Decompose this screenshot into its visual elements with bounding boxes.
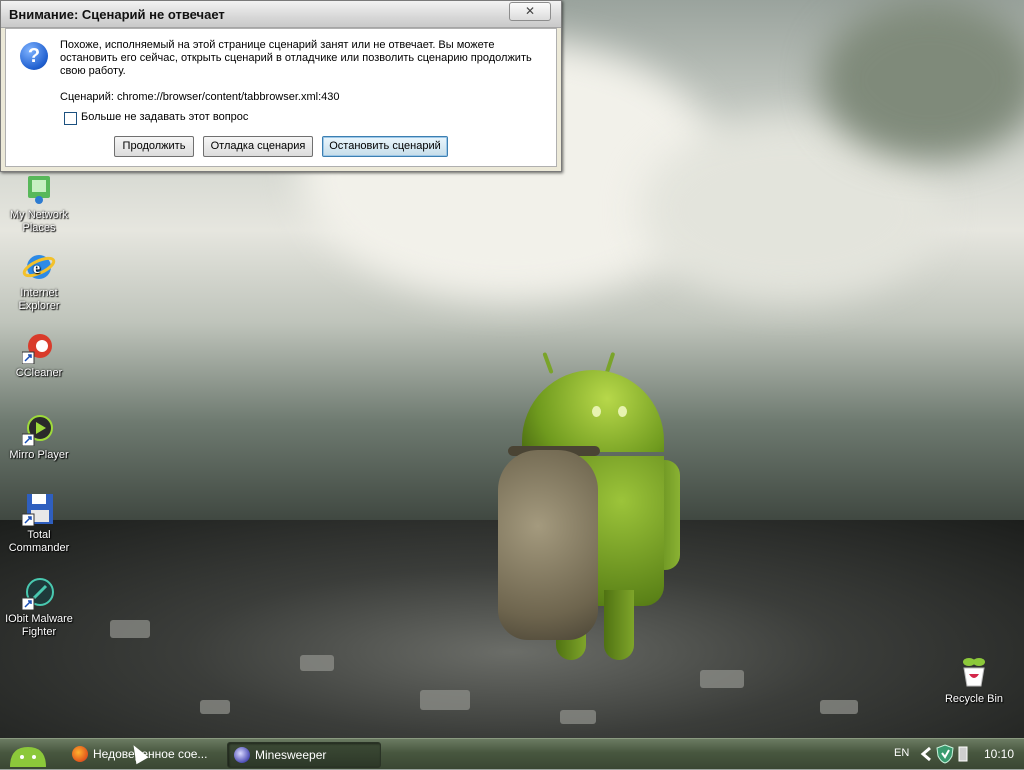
wallpaper-stone bbox=[420, 690, 470, 710]
iobit-malware-fighter-icon bbox=[21, 576, 56, 611]
wallpaper-stone bbox=[560, 710, 596, 724]
dialog-content: ? Похоже, исполняемый на этой странице с… bbox=[5, 28, 557, 167]
desktop-icon-label: Total Commander bbox=[8, 529, 70, 554]
dialog-title: Внимание: Сценарий не отвечает bbox=[9, 7, 225, 22]
clock: 10:10 bbox=[983, 747, 1014, 761]
network-places-icon bbox=[22, 172, 56, 206]
desktop-icon-network-places[interactable]: My Network Places bbox=[1, 172, 77, 235]
dialog-titlebar[interactable]: Внимание: Сценарий не отвечает ✕ bbox=[1, 1, 561, 28]
close-icon: ✕ bbox=[524, 4, 536, 18]
system-tray: EN 10:10 bbox=[884, 739, 1024, 769]
shield-icon[interactable] bbox=[936, 744, 954, 764]
desktop-icon-label: Mirro Player bbox=[9, 449, 69, 461]
volume-icon[interactable] bbox=[956, 745, 970, 763]
dont-ask-again-checkbox[interactable] bbox=[64, 112, 77, 125]
wallpaper-stone bbox=[700, 670, 744, 688]
dialog-message: Похоже, исполняемый на этой странице сце… bbox=[60, 39, 532, 77]
desktop-icon-label: Recycle Bin bbox=[944, 693, 1004, 705]
wallpaper-stone bbox=[200, 700, 230, 714]
desktop-icon-label: IObit Malware Fighter bbox=[5, 613, 73, 638]
android-eye bbox=[618, 406, 627, 417]
desktop-icon-total-commander[interactable]: Total Commander bbox=[1, 492, 77, 555]
android-start-icon bbox=[10, 747, 46, 767]
wallpaper-stone bbox=[110, 620, 150, 638]
script-not-responding-dialog: Внимание: Сценарий не отвечает ✕ ? Похож… bbox=[0, 0, 562, 172]
desktop-icon-internet-explorer[interactable]: e Internet Explorer bbox=[1, 250, 77, 313]
internet-explorer-icon: e bbox=[22, 250, 56, 284]
wallpaper-stone bbox=[300, 655, 334, 671]
wallpaper-tree-blur bbox=[820, 0, 1024, 160]
mirro-player-icon bbox=[21, 412, 56, 447]
recycle-bin-icon bbox=[957, 656, 991, 690]
stop-script-button[interactable]: Остановить сценарий bbox=[322, 136, 448, 157]
taskbar-item-label: Minesweeper bbox=[255, 748, 327, 762]
taskbar: Недоверенное сое... Minesweeper EN 10:10 bbox=[0, 738, 1024, 769]
svg-text:e: e bbox=[33, 260, 40, 277]
taskbar-item-minesweeper[interactable]: Minesweeper bbox=[227, 742, 381, 768]
script-location: Сценарий: chrome://browser/content/tabbr… bbox=[60, 91, 340, 103]
desktop-icon-label: My Network Places bbox=[9, 209, 69, 234]
total-commander-icon bbox=[21, 492, 56, 527]
question-icon: ? bbox=[20, 42, 48, 70]
firefox-icon bbox=[72, 745, 88, 762]
desktop-icon-ccleaner[interactable]: CCleaner bbox=[1, 330, 77, 380]
start-button[interactable] bbox=[2, 741, 54, 767]
android-mascot bbox=[498, 350, 688, 670]
android-leg bbox=[604, 590, 634, 660]
wallpaper-stone bbox=[820, 700, 858, 714]
desktop-icon-mirro-player[interactable]: Mirro Player bbox=[1, 412, 77, 462]
android-eye bbox=[592, 406, 601, 417]
backpack bbox=[498, 450, 598, 640]
desktop-icon-label: Internet Explorer bbox=[18, 287, 60, 312]
debug-script-button[interactable]: Отладка сценария bbox=[203, 136, 313, 157]
desktop-icon-label: CCleaner bbox=[15, 367, 63, 379]
android-antenna-left bbox=[542, 351, 554, 375]
minesweeper-icon bbox=[234, 746, 250, 763]
continue-button[interactable]: Продолжить bbox=[114, 136, 194, 157]
chevron-left-icon[interactable] bbox=[920, 746, 934, 762]
desktop-icon-recycle-bin[interactable]: Recycle Bin bbox=[936, 656, 1012, 706]
taskbar-item-label: Недоверенное сое... bbox=[93, 747, 208, 761]
language-indicator[interactable]: EN bbox=[894, 747, 909, 759]
close-button[interactable]: ✕ bbox=[509, 2, 551, 21]
desktop-icon-iobit-malware-fighter[interactable]: IObit Malware Fighter bbox=[1, 576, 77, 639]
ccleaner-icon bbox=[21, 330, 56, 365]
dont-ask-again-label[interactable]: Больше не задавать этот вопрос bbox=[81, 111, 248, 123]
